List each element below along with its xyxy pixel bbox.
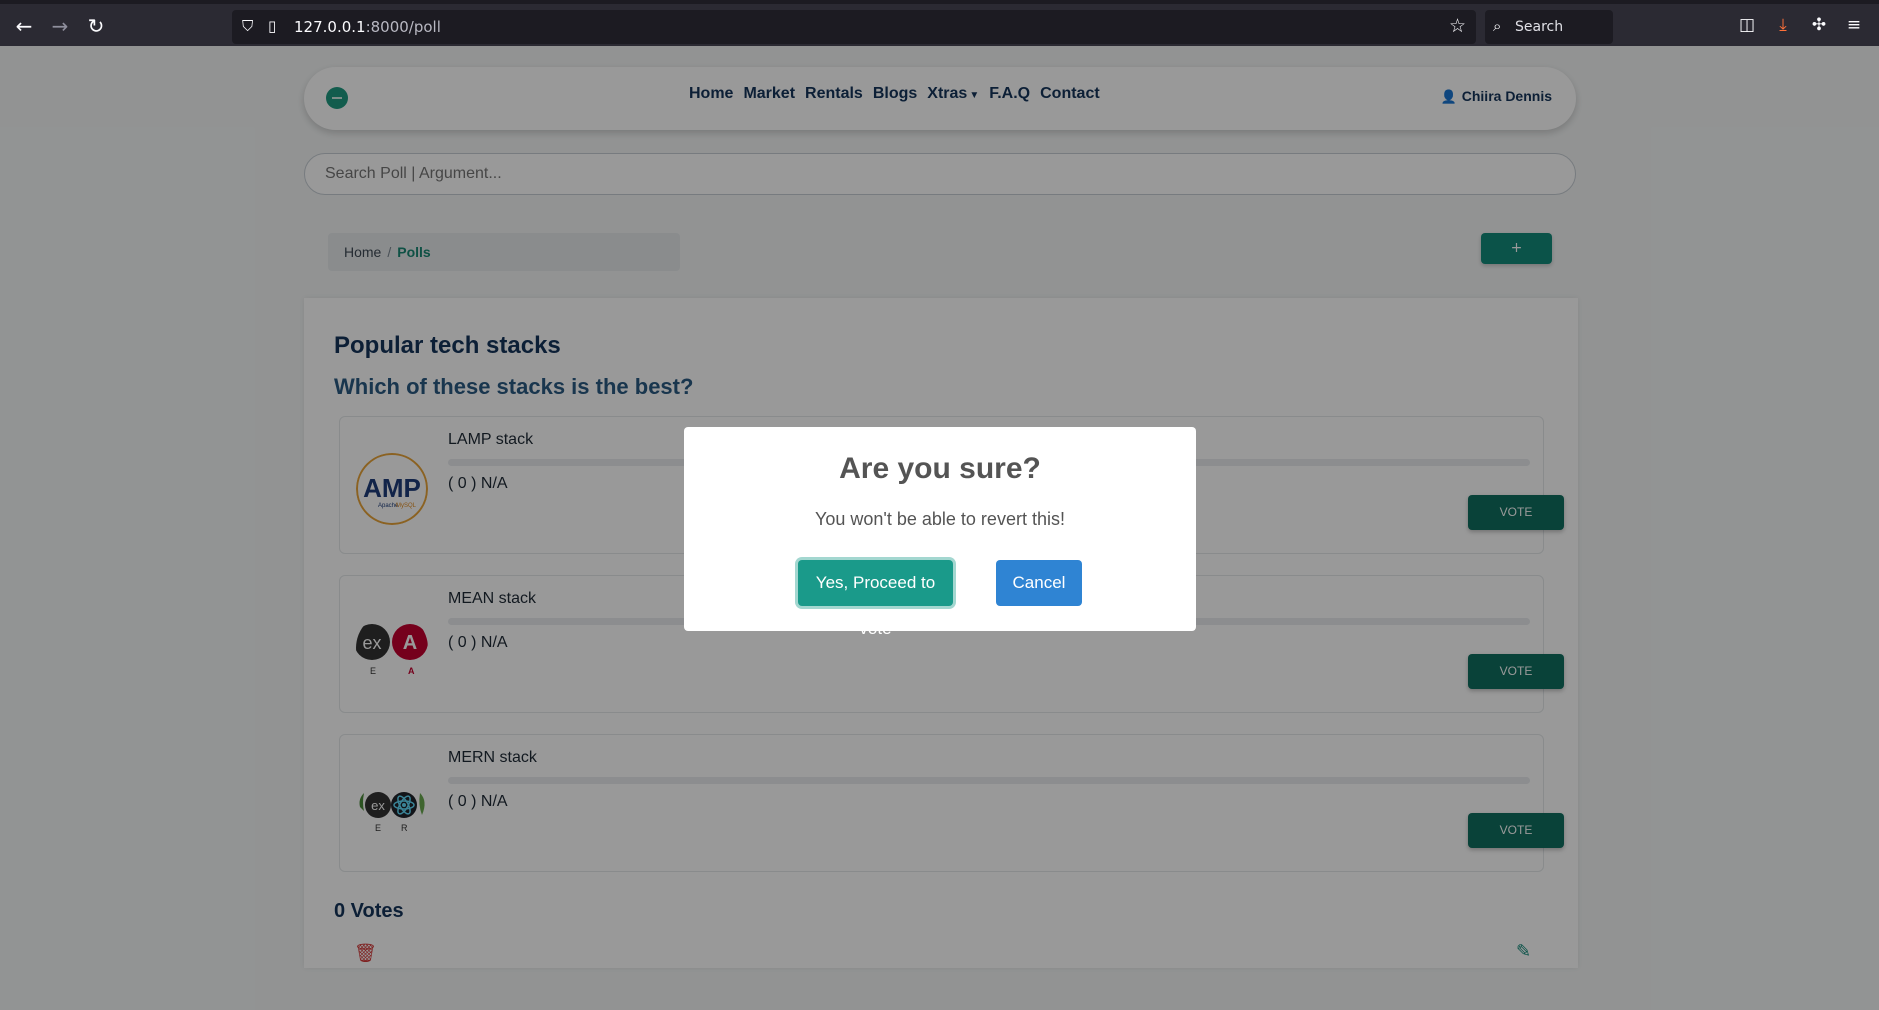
dialog-text: You won't be able to revert this! [815, 509, 1065, 529]
bookmark-star-icon[interactable]: ☆ [1449, 15, 1466, 37]
forward-arrow-icon[interactable]: → [48, 14, 72, 38]
pocket-icon[interactable]: ◫ [1736, 15, 1758, 35]
cancel-button[interactable]: Cancel [996, 560, 1082, 606]
url-path: :8000/poll [365, 18, 441, 36]
browser-search-box[interactable]: ⌕ Search [1485, 10, 1613, 44]
reload-icon[interactable]: ↻ [84, 14, 108, 38]
extensions-icon[interactable]: ✣ [1808, 15, 1830, 35]
dialog-title: Are you sure? [839, 452, 1041, 485]
confirm-vote-button[interactable]: Yes, Proceed to vote [798, 560, 953, 638]
search-icon: ⌕ [1493, 17, 1502, 35]
page-icon[interactable]: ▯ [268, 17, 276, 35]
shield-icon[interactable]: ⛉ [242, 17, 253, 35]
download-icon[interactable]: ⤓ [1772, 15, 1794, 35]
confirm-dialog: Are you sure? You won't be able to rever… [684, 427, 1196, 638]
back-arrow-icon[interactable]: ← [12, 14, 36, 38]
url-text[interactable]: 127.0.0.1:8000/poll [294, 18, 441, 36]
url-bar[interactable]: ⛉ ▯ 127.0.0.1:8000/poll ☆ [232, 10, 1476, 44]
menu-icon[interactable]: ≡ [1843, 15, 1865, 35]
browser-toolbar: ← → ↻ ⛉ ▯ 127.0.0.1:8000/poll ☆ ⌕ Search… [0, 0, 1879, 46]
browser-search-placeholder: Search [1515, 19, 1564, 35]
url-host: 127.0.0.1 [294, 18, 366, 36]
